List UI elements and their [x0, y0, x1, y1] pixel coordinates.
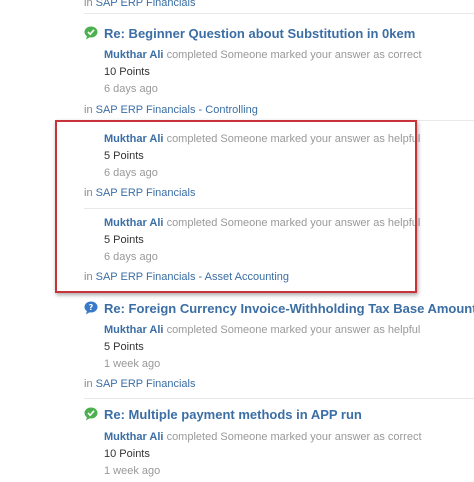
green-speech-check-icon — [84, 407, 98, 421]
points-label: 10 Points — [104, 66, 150, 78]
thread-title-row: Re: Beginner Question about Substitution… — [84, 24, 415, 42]
blue-speech-question-icon: ? — [84, 301, 98, 315]
thread-context: in SAP ERP Financials — [84, 378, 196, 390]
category-link[interactable]: SAP ERP Financials — [96, 0, 196, 9]
thread-title-row: Re: Multiple payment methods in APP run — [84, 405, 362, 423]
activity-entry: Mukthar Ali completed Someone marked you… — [104, 323, 420, 373]
thread-title-link[interactable]: Re: Foreign Currency Invoice-Withholding… — [104, 301, 474, 316]
highlight-box — [55, 120, 417, 293]
thread-title-link[interactable]: Re: Multiple payment methods in APP run — [104, 407, 362, 422]
thread-context: in SAP ERP Financials — [84, 0, 196, 9]
user-link[interactable]: Mukthar Ali — [104, 49, 164, 61]
activity-message: completed Someone marked your answer as … — [166, 324, 421, 336]
points-label: 5 Points — [104, 341, 144, 353]
activity-message: completed Someone marked your answer as … — [166, 49, 422, 61]
thread-context: in SAP ERP Financials - Controlling — [84, 104, 258, 116]
activity-entry: Mukthar Ali completed Someone marked you… — [104, 430, 422, 480]
green-speech-check-icon — [84, 26, 98, 40]
timestamp: 6 days ago — [104, 83, 158, 95]
timestamp: 1 week ago — [104, 358, 161, 370]
svg-text:?: ? — [89, 303, 94, 312]
category-link[interactable]: SAP ERP Financials - Controlling — [96, 104, 258, 116]
points-label: 10 Points — [104, 448, 150, 460]
activity-entry: Mukthar Ali completed Someone marked you… — [104, 48, 422, 98]
divider — [84, 13, 474, 14]
divider — [84, 398, 474, 399]
timestamp: 1 week ago — [104, 465, 161, 477]
category-link[interactable]: SAP ERP Financials — [96, 378, 196, 390]
thread-title-row: ? Re: Foreign Currency Invoice-Withholdi… — [84, 299, 474, 317]
thread-title-link[interactable]: Re: Beginner Question about Substitution… — [104, 26, 415, 41]
activity-message: completed Someone marked your answer as … — [166, 431, 422, 443]
user-link[interactable]: Mukthar Ali — [104, 431, 164, 443]
user-link[interactable]: Mukthar Ali — [104, 324, 164, 336]
activity-feed: in SAP ERP Financials Re: Beginner Quest… — [0, 0, 474, 482]
